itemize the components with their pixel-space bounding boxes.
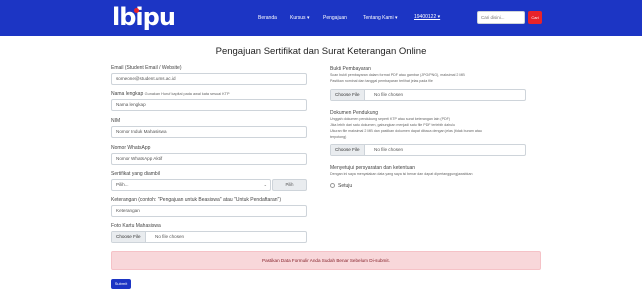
nav-user-menu[interactable]: 19400122 ▾ (414, 14, 440, 20)
keterangan-field[interactable]: Keterangan (111, 205, 307, 217)
logo-text: lbipu (112, 3, 176, 31)
pendukung-help-line: terpotong) (330, 135, 347, 139)
bukti-label: Bukti Pembayaran (330, 66, 371, 72)
nim-label: NIM (111, 118, 121, 124)
search-input[interactable] (477, 11, 525, 24)
nav-kursus[interactable]: Kursus ▾ (290, 15, 309, 21)
foto-label: Foto Kartu Mahasiswa (111, 223, 161, 229)
search-button[interactable]: Cari (528, 11, 542, 24)
setuju-radio-label[interactable]: Setuju (338, 183, 352, 189)
pendukung-file-input[interactable]: Choose File No file chosen (330, 144, 526, 156)
submit-button[interactable]: Submit (111, 279, 131, 289)
nim-field[interactable]: Nomor Induk Mahasiswa (111, 126, 307, 138)
warning-alert: Pastikan Data Formulir Anda Sudah Benar … (111, 251, 541, 270)
site-logo[interactable]: lbipu (112, 3, 176, 31)
nav-pengajuan[interactable]: Pengajuan (323, 15, 347, 21)
foto-choose-file-button[interactable]: Choose File (112, 232, 146, 242)
sertifikat-label: Sertifikat yang diambil (111, 171, 160, 177)
setuju-radio[interactable] (330, 183, 335, 188)
foto-file-status: No file chosen (155, 234, 185, 239)
persetujuan-label: Menyetujui persyaratan dan ketentuan (330, 165, 416, 171)
bukti-help-line: Scan bukti pembayaran dalam format PDF a… (330, 73, 465, 77)
bukti-file-status: No file chosen (374, 92, 404, 97)
nama-label: Nama lengkap Gunakan Huruf kapital pada … (111, 91, 230, 97)
email-field[interactable]: someone@student.ums.ac.id (111, 73, 307, 85)
navbar: lbipu Beranda Kursus ▾ Pengajuan Tentang… (0, 0, 642, 36)
sertifikat-addon[interactable]: Pilih (272, 179, 307, 191)
pendukung-label: Dokumen Pendukung (330, 110, 379, 116)
pendukung-help-line: Unggah dokumen pendukung seperti KTP ata… (330, 117, 450, 121)
nama-label-text: Nama lengkap (111, 91, 144, 97)
whatsapp-field[interactable]: Nomor WhatsApp Aktif (111, 153, 307, 165)
pendukung-help-line: Ukuran file maksimal 2 MB dan pastikan d… (330, 129, 482, 133)
chevron-down-icon: ⌄ (263, 182, 267, 187)
pendukung-help-line: Jika lebih dari satu dokumen, gabungkan … (330, 123, 456, 127)
bukti-choose-file-button[interactable]: Choose File (331, 90, 365, 100)
pendukung-choose-file-button[interactable]: Choose File (331, 145, 365, 155)
persetujuan-help: Dengan ini saya menyatakan data yang say… (330, 172, 473, 176)
whatsapp-label: Nomor WhatsApp (111, 145, 151, 151)
nama-field[interactable]: Nama lengkap (111, 99, 307, 111)
page-title: Pengajuan Sertifikat dan Surat Keteranga… (215, 46, 427, 57)
email-label: Email (Student Email / Website) (111, 65, 182, 71)
nav-tentang-kami[interactable]: Tentang Kami ▾ (363, 15, 397, 21)
foto-file-input[interactable]: Choose File No file chosen (111, 231, 307, 243)
bukti-help-line: Pastikan nominal dan tanggal pembayaran … (330, 79, 433, 83)
pendukung-file-status: No file chosen (374, 147, 404, 152)
nav-beranda[interactable]: Beranda (258, 15, 277, 21)
sertifikat-select-value: Pilih... (116, 182, 129, 187)
sertifikat-select[interactable]: Pilih... ⌄ (111, 179, 271, 191)
keterangan-label: Keterangan (contoh: "Pengajuan untuk Bea… (111, 197, 281, 203)
bukti-file-input[interactable]: Choose File No file chosen (330, 89, 526, 101)
nama-hint: Gunakan Huruf kapital pada awal kata ses… (144, 92, 230, 96)
logo-dot-icon (134, 8, 139, 13)
